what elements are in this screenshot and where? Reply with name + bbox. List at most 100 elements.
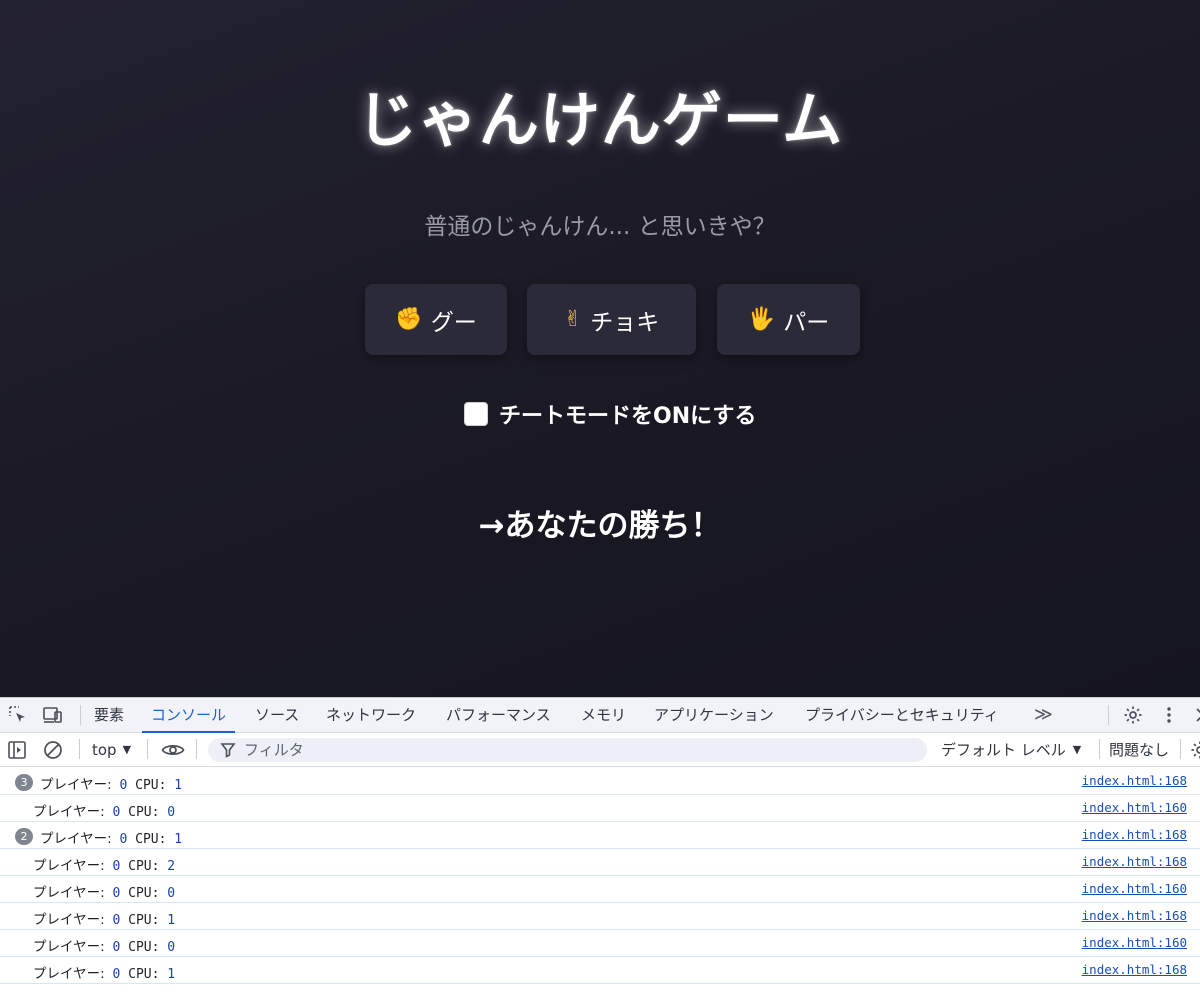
console-log-row: プレイヤー: 0 CPU: 2 index.html:168 [0,849,1200,876]
cpu-label: CPU: [128,940,160,955]
toolbar-divider [80,705,81,725]
close-icon[interactable] [1192,704,1200,726]
log-message: プレイヤー: 0 CPU: 1 [40,827,182,847]
player-value: 0 [119,778,128,793]
page-subtitle: 普通のじゃんけん... と思いきや？ [424,214,776,240]
tab-privacy-security[interactable]: プライバシーとセキュリティ [805,698,999,733]
cpu-value: 1 [167,967,176,982]
log-message: プレイヤー: 0 CPU: 0 [33,881,175,901]
cpu-value: 0 [167,886,176,901]
player-label: プレイヤー: [40,777,112,793]
console-log-row: プレイヤー: 0 CPU: 0 index.html:160 [0,795,1200,822]
player-label: プレイヤー: [33,966,105,982]
player-value: 0 [112,805,121,820]
devtools-panel: 要素 コンソール ソース ネットワーク パフォーマンス メモリ アプリケーション… [0,697,1200,1000]
tab-network[interactable]: ネットワーク [326,698,416,733]
context-select[interactable]: top ▼ [92,737,131,763]
player-label: プレイヤー: [33,912,105,928]
log-message: プレイヤー: 0 CPU: 0 [33,800,175,820]
source-link[interactable]: index.html:160 [1082,800,1187,815]
source-link[interactable]: index.html:168 [1082,962,1187,977]
console-log-row: プレイヤー: 0 CPU: 0 index.html:160 [0,930,1200,957]
repeat-count-badge: 3 [15,774,33,791]
game-page: じゃんけんゲーム 普通のじゃんけん... と思いきや？ ✊ グー ✌ チョキ 🖐… [0,0,1200,697]
source-link[interactable]: index.html:168 [1082,854,1187,869]
repeat-count-badge: 2 [15,828,33,845]
inspect-element-icon[interactable] [7,704,29,726]
paper-label: パー [783,309,830,336]
log-message: プレイヤー: 0 CPU: 1 [40,773,182,793]
fist-icon: ✊ [395,307,423,332]
choice-buttons: ✊ グー ✌ チョキ 🖐 パー [365,284,860,355]
sidebar-toggle-icon[interactable] [6,739,28,761]
player-label: プレイヤー: [40,831,112,847]
toolbar-divider [1108,705,1109,725]
filter-input[interactable]: フィルタ [208,738,927,762]
player-value: 0 [112,940,121,955]
console-toolbar: top ▼ フィルタ デフォルト レベル ▼ 問題なし [0,733,1200,767]
log-message: プレイヤー: 0 CPU: 1 [33,962,175,982]
cpu-label: CPU: [135,832,167,847]
log-level-value: デフォルト レベル [941,741,1066,759]
player-label: プレイヤー: [33,885,105,901]
cheat-mode-checkbox[interactable] [464,402,488,426]
more-options-icon[interactable] [1158,704,1180,726]
cpu-label: CPU: [128,913,160,928]
tab-performance[interactable]: パフォーマンス [446,698,551,733]
cpu-label: CPU: [135,778,167,793]
cpu-value: 2 [167,859,176,874]
log-message: プレイヤー: 0 CPU: 1 [33,908,175,928]
issues-status[interactable]: 問題なし [1109,737,1169,763]
player-value: 0 [119,832,128,847]
paper-button[interactable]: 🖐 パー [717,284,860,355]
toolbar-divider [147,739,148,759]
cpu-value: 1 [174,778,183,793]
cpu-label: CPU: [128,967,160,982]
filter-placeholder: フィルタ [244,741,304,759]
settings-gear-icon[interactable] [1122,704,1144,726]
cpu-label: CPU: [128,886,160,901]
toolbar-divider [1180,739,1181,759]
cheat-mode-toggle[interactable]: チートモードをONにする [464,399,756,429]
tab-console[interactable]: コンソール [142,698,236,733]
cpu-label: CPU: [128,859,160,874]
rock-label: グー [430,309,477,336]
source-link[interactable]: index.html:160 [1082,935,1187,950]
toolbar-divider [196,739,197,759]
source-link[interactable]: index.html:168 [1082,773,1187,788]
scissors-button[interactable]: ✌ チョキ [527,284,696,355]
dropdown-arrow-icon: ▼ [1072,743,1082,756]
cheat-mode-label: チートモードをONにする [499,404,757,429]
tab-memory[interactable]: メモリ [581,698,626,733]
clear-console-icon[interactable] [42,739,64,761]
open-hand-icon: 🖐 [747,307,776,332]
console-settings-gear-icon[interactable] [1189,739,1200,761]
log-level-select[interactable]: デフォルト レベル ▼ [941,737,1081,763]
more-tabs-icon[interactable]: ≫ [1034,698,1053,733]
toolbar-divider [79,739,80,759]
rock-button[interactable]: ✊ グー [365,284,507,355]
victory-hand-icon: ✌ [563,307,583,332]
player-value: 0 [112,913,121,928]
player-value: 0 [112,967,121,982]
tab-application[interactable]: アプリケーション [654,698,774,733]
cpu-value: 0 [167,940,176,955]
source-link[interactable]: index.html:160 [1082,881,1187,896]
source-link[interactable]: index.html:168 [1082,827,1187,842]
console-log-list: 3 プレイヤー: 0 CPU: 1 index.html:168 プレイヤー: 0 C… [0,768,1200,984]
device-toolbar-icon[interactable] [42,704,64,726]
player-value: 0 [112,859,121,874]
player-label: プレイヤー: [33,804,105,820]
player-value: 0 [112,886,121,901]
console-log-row: プレイヤー: 0 CPU: 1 index.html:168 [0,903,1200,930]
source-link[interactable]: index.html:168 [1082,908,1187,923]
log-message: プレイヤー: 0 CPU: 0 [33,935,175,955]
result-text: →あなたの勝ち！ [478,508,722,544]
console-log-row: 2 プレイヤー: 0 CPU: 1 index.html:168 [0,822,1200,849]
live-expression-eye-icon[interactable] [161,739,185,761]
scissors-label: チョキ [590,309,660,336]
filter-funnel-icon [220,741,236,759]
cpu-value: 0 [167,805,176,820]
tab-elements[interactable]: 要素 [94,698,124,733]
tab-sources[interactable]: ソース [255,698,299,733]
